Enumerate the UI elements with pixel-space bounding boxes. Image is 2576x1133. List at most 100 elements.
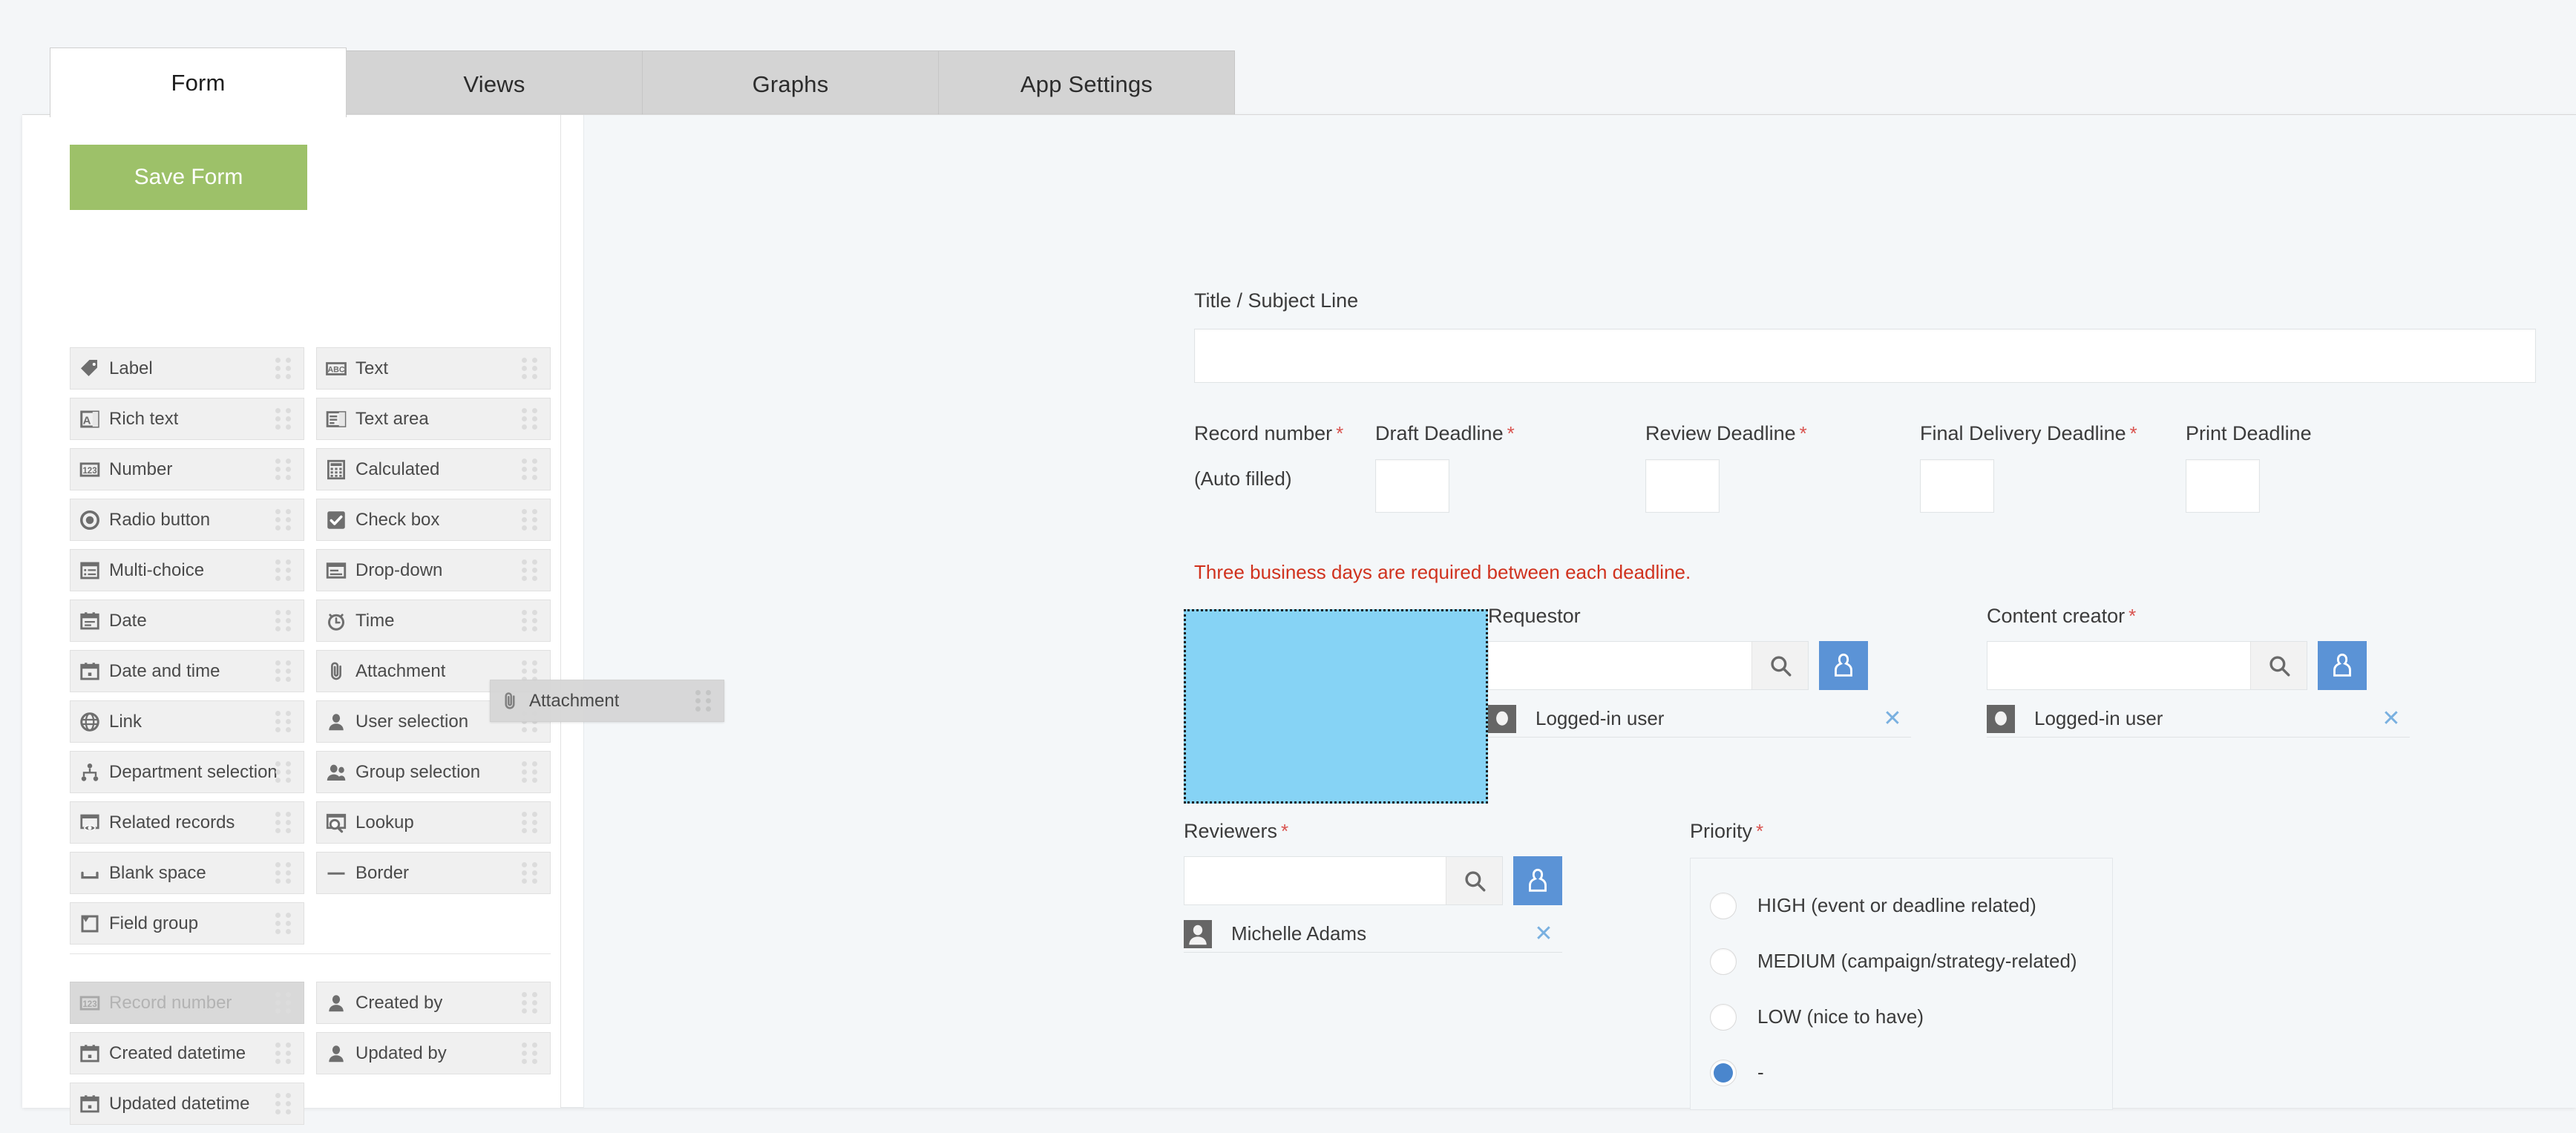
- final-delivery-deadline-input[interactable]: [1920, 459, 1994, 513]
- requestor-person-picker-button[interactable]: [1819, 641, 1868, 690]
- requestor-chip-remove-icon[interactable]: ✕: [1874, 708, 1911, 730]
- drag-handle-dots[interactable]: [275, 358, 295, 380]
- drag-handle-dots[interactable]: [275, 559, 295, 582]
- radio-button-icon[interactable]: [1710, 948, 1737, 975]
- drag-handle-dots[interactable]: [275, 761, 295, 784]
- palette-item-link[interactable]: Link: [70, 700, 304, 743]
- drag-handle-dots[interactable]: [275, 913, 295, 935]
- reviewers-chip-remove-icon[interactable]: ✕: [1525, 923, 1562, 945]
- search-icon[interactable]: [1446, 857, 1502, 904]
- priority-option-3[interactable]: -: [1691, 1045, 2112, 1100]
- palette-item-rich-text[interactable]: ARich text: [70, 398, 304, 440]
- content-creator-person-picker-button[interactable]: [2318, 641, 2367, 690]
- palette-item-date-and-time[interactable]: Date and time: [70, 650, 304, 692]
- palette-item-department-selection[interactable]: Department selection: [70, 751, 304, 793]
- review-deadline-input[interactable]: [1645, 459, 1720, 513]
- radio-button-icon[interactable]: [1710, 1004, 1737, 1031]
- palette-item-calculated[interactable]: Calculated: [316, 448, 551, 490]
- palette-item-label[interactable]: Label: [70, 347, 304, 390]
- tab-form[interactable]: Form: [50, 47, 347, 117]
- drag-handle-dots[interactable]: [275, 862, 295, 884]
- palette-item-drop-down[interactable]: Drop-down: [316, 549, 551, 591]
- reviewers-person-picker-button[interactable]: [1513, 856, 1562, 905]
- palette-item-created-by[interactable]: Created by: [316, 982, 551, 1024]
- drag-handle-dots[interactable]: [275, 660, 295, 683]
- drag-handle-dots[interactable]: [275, 408, 295, 430]
- palette-item-time[interactable]: Time: [316, 600, 551, 642]
- palette-item-user-selection[interactable]: User selection: [316, 700, 551, 743]
- field-drop-zone[interactable]: [1184, 609, 1488, 804]
- palette-item-text[interactable]: ABCText: [316, 347, 551, 390]
- palette-item-label: Department selection: [109, 762, 278, 783]
- priority-option-2[interactable]: LOW (nice to have): [1691, 989, 2112, 1045]
- palette-item-field-group[interactable]: Field group: [70, 902, 304, 945]
- palette-item-multi-choice[interactable]: Multi-choice: [70, 549, 304, 591]
- draft-deadline-input[interactable]: [1375, 459, 1449, 513]
- radio-button-icon[interactable]: [1710, 893, 1737, 919]
- drag-handle-dots[interactable]: [275, 1093, 295, 1115]
- palette-item-related-records[interactable]: Related records: [70, 801, 304, 844]
- content-creator-chip-remove-icon[interactable]: ✕: [2373, 708, 2410, 730]
- drag-handle-dots[interactable]: [522, 408, 541, 430]
- palette-item-lookup[interactable]: Lookup: [316, 801, 551, 844]
- palette-item-group-selection[interactable]: Group selection: [316, 751, 551, 793]
- svg-text:123: 123: [82, 1000, 96, 1009]
- drag-handle-dots[interactable]: [275, 610, 295, 632]
- drag-handle-dots[interactable]: [522, 862, 541, 884]
- drag-handle-dots[interactable]: [522, 559, 541, 582]
- drag-handle-dots[interactable]: [275, 459, 295, 481]
- drag-handle-dots[interactable]: [522, 711, 541, 733]
- drag-handle-dots[interactable]: [275, 812, 295, 834]
- tab-graphs[interactable]: Graphs: [642, 50, 939, 117]
- palette-item-updated-datetime[interactable]: Updated datetime: [70, 1083, 304, 1125]
- final-delivery-deadline-label: Final Delivery Deadline*: [1920, 422, 2137, 445]
- palette-item-text-area[interactable]: Text area: [316, 398, 551, 440]
- requestor-chip-name: Logged-in user: [1536, 707, 1874, 730]
- print-deadline-input[interactable]: [2186, 459, 2260, 513]
- priority-label: Priority*: [1690, 820, 2113, 843]
- content-creator-search-input[interactable]: [1987, 642, 2250, 689]
- tab-app-settings[interactable]: App Settings: [938, 50, 1235, 117]
- calendar-icon: [71, 610, 109, 632]
- drag-handle-dots[interactable]: [522, 812, 541, 834]
- drag-handle-dots[interactable]: [522, 610, 541, 632]
- drag-handle-dots[interactable]: [522, 660, 541, 683]
- priority-option-0[interactable]: HIGH (event or deadline related): [1691, 878, 2112, 933]
- title-subject-line-input[interactable]: [1194, 329, 2536, 383]
- palette-item-attachment[interactable]: Attachment: [316, 650, 551, 692]
- drag-handle-dots[interactable]: [275, 1042, 295, 1065]
- tab-views[interactable]: Views: [346, 50, 643, 117]
- palette-item-updated-by[interactable]: Updated by: [316, 1032, 551, 1074]
- palette-item-check-box[interactable]: Check box: [316, 499, 551, 541]
- reviewers-search-input[interactable]: [1184, 857, 1446, 904]
- drag-handle-dots[interactable]: [275, 509, 295, 531]
- palette-item-number[interactable]: 123Number: [70, 448, 304, 490]
- requestor-search-input[interactable]: [1489, 642, 1751, 689]
- drag-handle-dots[interactable]: [275, 711, 295, 733]
- drag-handle-dots[interactable]: [522, 358, 541, 380]
- drag-handle-dots[interactable]: [522, 992, 541, 1014]
- drag-handle-dots[interactable]: [522, 509, 541, 531]
- palette-item-date[interactable]: Date: [70, 600, 304, 642]
- priority-option-1[interactable]: MEDIUM (campaign/strategy-related): [1691, 933, 2112, 989]
- palette-item-label: Attachment: [355, 661, 445, 682]
- requestor-input-row: [1488, 641, 1911, 690]
- palette-item-blank-space[interactable]: Blank space: [70, 852, 304, 894]
- palette-item-border[interactable]: Border: [316, 852, 551, 894]
- palette-item-label: Updated datetime: [109, 1094, 249, 1114]
- required-asterisk: *: [1336, 422, 1343, 444]
- search-icon[interactable]: [1751, 642, 1808, 689]
- drag-handle-dots[interactable]: [522, 1042, 541, 1065]
- app-tab-bar: Form Views Graphs App Settings: [50, 45, 1235, 117]
- content-creator-field: Content creator*: [1987, 605, 2410, 738]
- palette-item-label: Date: [109, 611, 147, 631]
- drag-handle-dots[interactable]: [275, 992, 295, 1014]
- palette-item-radio-button[interactable]: Radio button: [70, 499, 304, 541]
- save-form-button[interactable]: Save Form: [70, 145, 307, 210]
- tab-form-label: Form: [171, 70, 225, 96]
- palette-item-created-datetime[interactable]: Created datetime: [70, 1032, 304, 1074]
- drag-handle-dots[interactable]: [522, 761, 541, 784]
- drag-handle-dots[interactable]: [522, 459, 541, 481]
- search-icon[interactable]: [2250, 642, 2307, 689]
- radio-button-icon[interactable]: [1710, 1060, 1737, 1086]
